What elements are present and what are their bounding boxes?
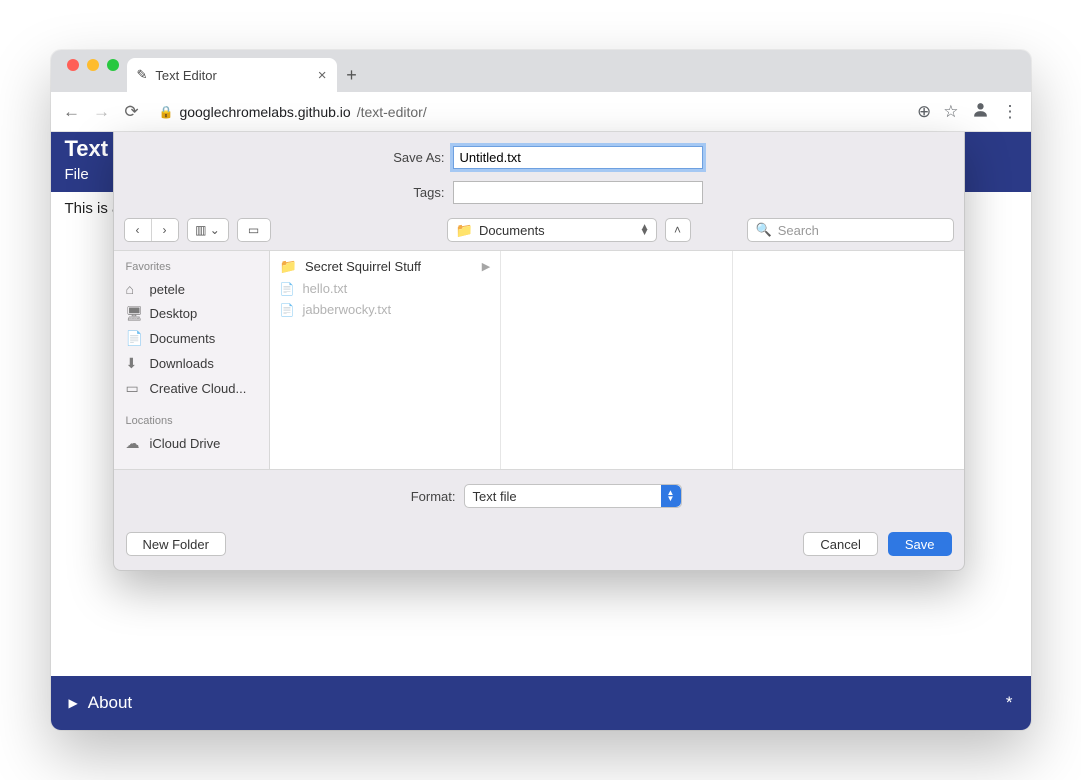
footer-about[interactable]: About (88, 693, 132, 713)
bookmark-icon[interactable]: ☆ (943, 102, 958, 122)
folder-icon: 📁 (456, 222, 473, 239)
sidebar-item-home[interactable]: ⌂ petele (114, 277, 269, 301)
sidebar-item-documents[interactable]: 📄 Documents (114, 326, 269, 351)
browser-window: ✎ Text Editor × + ← → ⟳ 🔒 googlechromela… (51, 50, 1031, 730)
sidebar-item-desktop[interactable]: 🖥 Desktop (114, 301, 269, 326)
footer-dirty-mark: * (1006, 693, 1013, 713)
file-item-label: hello.txt (302, 281, 347, 296)
save-dialog: Save As: Tags: ‹ › ▥ ⌄ ▭ (113, 132, 965, 571)
folder-icon: ▭ (126, 380, 142, 397)
sidebar-item-label: Documents (150, 331, 216, 346)
sidebar: Favorites ⌂ petele 🖥 Desktop 📄 Documents ⬇ D… (114, 251, 270, 469)
sidebar-locations-header: Locations (114, 411, 269, 431)
app-footer: ▶ About * (51, 676, 1031, 730)
format-select[interactable]: Text file ▲▼ (464, 484, 682, 508)
cancel-button[interactable]: Cancel (803, 532, 877, 556)
fullscreen-window-icon[interactable] (107, 59, 119, 71)
desktop-icon: 🖥 (126, 305, 142, 322)
search-icon: 🔍 (756, 222, 772, 238)
dialog-navbar: ‹ › ▥ ⌄ ▭ 📁 Documents ▲▼ ˄ (114, 210, 964, 250)
sidebar-item-label: Creative Cloud... (150, 381, 247, 396)
close-window-icon[interactable] (67, 59, 79, 71)
browser-tab[interactable]: ✎ Text Editor × (127, 58, 337, 92)
file-icon: 📄 (280, 282, 295, 296)
stepper-icon: ▲▼ (640, 225, 650, 235)
folder-icon: 📁 (280, 258, 297, 275)
sidebar-item-creative-cloud[interactable]: ▭ Creative Cloud... (114, 376, 269, 401)
file-browser: Favorites ⌂ petele 🖥 Desktop 📄 Documents ⬇ D… (114, 250, 964, 470)
location-name: Documents (479, 223, 545, 238)
menu-icon[interactable]: ⋮ (1002, 102, 1019, 122)
history-back-button[interactable]: ‹ (125, 219, 151, 241)
file-item-label: jabberwocky.txt (302, 302, 391, 317)
url-path: /text-editor/ (357, 104, 427, 120)
format-label: Format: (396, 489, 456, 504)
sidebar-item-icloud[interactable]: ☁ iCloud Drive (114, 431, 269, 456)
save-as-label: Save As: (375, 150, 445, 165)
select-stepper-icon: ▲▼ (661, 485, 681, 507)
reload-button[interactable]: ⟳ (123, 102, 141, 122)
history-forward-button[interactable]: › (152, 219, 178, 241)
pencil-icon: ✎ (137, 67, 148, 83)
sidebar-item-label: Downloads (150, 356, 214, 371)
file-item[interactable]: 📄 jabberwocky.txt (270, 299, 501, 320)
back-button[interactable]: ← (63, 102, 81, 122)
lock-icon: 🔒 (159, 105, 174, 119)
sidebar-item-downloads[interactable]: ⬇ Downloads (114, 351, 269, 376)
group-mode[interactable]: ▭ (237, 218, 271, 242)
view-columns-icon[interactable]: ▥ ⌄ (188, 219, 228, 241)
downloads-icon: ⬇ (126, 355, 142, 372)
search-placeholder: Search (778, 223, 819, 238)
file-item[interactable]: 📄 hello.txt (270, 278, 501, 299)
minimize-window-icon[interactable] (87, 59, 99, 71)
column-1: 📁 Secret Squirrel Stuff ▶ 📄 hello.txt 📄 … (270, 251, 502, 469)
sidebar-item-label: Desktop (150, 306, 198, 321)
file-icon: 📄 (280, 303, 295, 317)
install-icon[interactable]: ⊕ (917, 102, 931, 122)
format-value: Text file (473, 489, 517, 504)
documents-icon: 📄 (126, 330, 142, 347)
url-host: googlechromelabs.github.io (179, 104, 350, 120)
sidebar-item-label: iCloud Drive (150, 436, 221, 451)
collapse-button[interactable]: ˄ (665, 218, 691, 242)
profile-icon[interactable] (971, 100, 990, 124)
new-tab-button[interactable]: + (337, 65, 367, 92)
tab-strip: ✎ Text Editor × + (51, 50, 1031, 92)
tags-label: Tags: (375, 185, 445, 200)
group-icon[interactable]: ▭ (238, 219, 270, 241)
page-content: Text File This is a n ▶ About * Save As:… (51, 132, 1031, 730)
save-as-input[interactable] (453, 146, 703, 169)
view-mode[interactable]: ▥ ⌄ (187, 218, 229, 242)
window-controls (61, 59, 127, 83)
address-bar[interactable]: 🔒 googlechromelabs.github.io/text-editor… (153, 104, 906, 120)
home-icon: ⌂ (126, 281, 142, 297)
sidebar-favorites-header: Favorites (114, 257, 269, 277)
cloud-icon: ☁ (126, 435, 142, 452)
tab-title: Text Editor (155, 68, 216, 83)
column-2 (501, 251, 733, 469)
save-button[interactable]: Save (888, 532, 952, 556)
close-tab-icon[interactable]: × (318, 67, 327, 84)
sidebar-item-label: petele (150, 282, 185, 297)
tags-input[interactable] (453, 181, 703, 204)
forward-button[interactable]: → (93, 102, 111, 122)
disclosure-icon[interactable]: ▶ (69, 696, 78, 710)
file-item-label: Secret Squirrel Stuff (305, 259, 421, 274)
history-nav: ‹ › (124, 218, 179, 242)
location-popup[interactable]: 📁 Documents ▲▼ (447, 218, 657, 242)
search-field[interactable]: 🔍 Search (747, 218, 954, 242)
chevron-right-icon: ▶ (482, 260, 490, 273)
new-folder-button[interactable]: New Folder (126, 532, 226, 556)
file-item-folder[interactable]: 📁 Secret Squirrel Stuff ▶ (270, 255, 501, 278)
dialog-footer: New Folder Cancel Save (114, 522, 964, 570)
browser-toolbar: ← → ⟳ 🔒 googlechromelabs.github.io/text-… (51, 92, 1031, 132)
column-3 (733, 251, 964, 469)
